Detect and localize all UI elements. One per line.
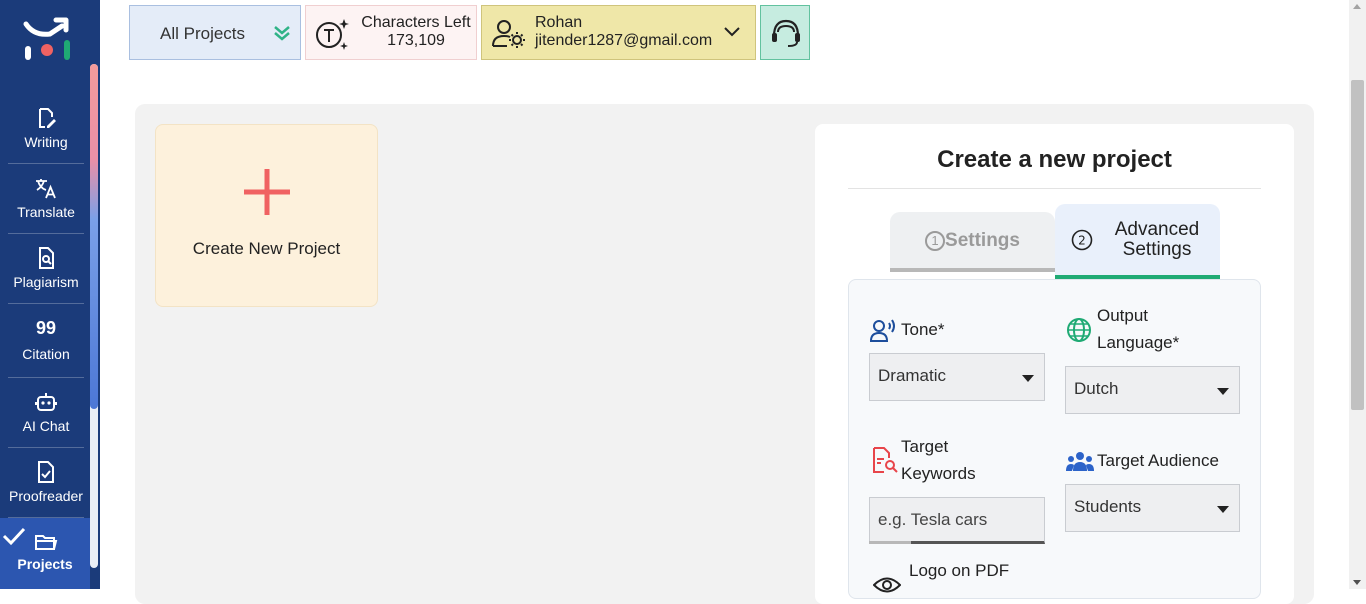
sidebar: Writing Translate Plagiarism 99 Citation…	[0, 0, 100, 589]
output-language-select[interactable]: Dutch	[1065, 366, 1240, 414]
tab-advanced-settings-label: Advanced Settings	[1114, 219, 1200, 260]
output-language-value: Dutch	[1074, 379, 1119, 398]
translate-icon	[36, 179, 56, 199]
caret-down-icon	[1217, 388, 1229, 395]
page-scrollbar-thumb[interactable]	[1351, 80, 1364, 410]
caret-down-icon	[1022, 375, 1034, 382]
headset-support-icon	[772, 19, 800, 47]
active-check-icon	[2, 527, 26, 546]
sidebar-item-ai-chat[interactable]: AI Chat	[8, 380, 84, 448]
target-audience-value: Students	[1074, 497, 1142, 516]
target-keywords-label: Target Keywords	[901, 437, 976, 483]
characters-left-badge: Characters Left 173,109	[305, 5, 477, 60]
caret-down-icon	[1217, 506, 1229, 513]
sidebar-item-label: Proofreader	[9, 488, 83, 504]
tab-settings[interactable]: 1 Settings	[890, 212, 1055, 272]
sidebar-item-label: Writing	[24, 134, 68, 150]
sidebar-item-label: Projects	[17, 556, 73, 572]
projects-filter-label: All Projects	[160, 24, 246, 43]
folder-icon	[35, 535, 58, 550]
sidebar-item-label: Citation	[22, 346, 70, 362]
user-email: jitender1287@gmail.com	[535, 32, 713, 49]
target-audience-label: Target Audience	[1097, 451, 1219, 470]
characters-left-value: 173,109	[387, 32, 445, 49]
app-logo-icon[interactable]	[22, 14, 74, 64]
text-sparkle-icon	[316, 19, 349, 50]
globe-icon	[1067, 318, 1091, 342]
user-name: Rohan	[535, 14, 583, 31]
plus-icon	[244, 169, 290, 215]
robot-icon	[35, 393, 57, 411]
sidebar-item-label: Plagiarism	[13, 274, 79, 290]
tone-value: Dramatic	[878, 366, 947, 385]
panel-title: Create a new project	[937, 146, 1172, 173]
plagiarism-search-icon	[39, 247, 54, 269]
group-users-icon	[1066, 452, 1094, 471]
check-document-icon	[38, 461, 54, 483]
page-scrollbar[interactable]	[1349, 0, 1366, 589]
tab-advanced-settings[interactable]: 2 Advanced Settings	[1055, 204, 1220, 279]
sidebar-item-translate[interactable]: Translate	[8, 166, 84, 234]
user-menu-dropdown[interactable]: Rohan jitender1287@gmail.com	[481, 5, 756, 60]
speaking-person-icon	[870, 319, 895, 342]
double-chevron-down-icon	[274, 26, 290, 41]
panel-divider	[848, 188, 1261, 189]
user-settings-icon	[492, 20, 525, 48]
eye-icon[interactable]	[873, 572, 901, 598]
target-keywords-input[interactable]	[869, 497, 1045, 544]
svg-text:2: 2	[1078, 234, 1086, 248]
tone-select[interactable]: Dramatic	[869, 353, 1045, 401]
target-audience-select[interactable]: Students	[1065, 484, 1240, 532]
projects-filter-dropdown[interactable]: All Projects	[129, 5, 301, 60]
chevron-down-icon	[724, 27, 740, 37]
sidebar-item-plagiarism[interactable]: Plagiarism	[8, 236, 84, 304]
sidebar-item-label: Translate	[17, 204, 75, 220]
edit-document-icon	[39, 108, 56, 128]
sidebar-scrollbar-thumb[interactable]	[90, 64, 98, 409]
quote-icon: 99	[35, 318, 57, 338]
sidebar-item-proofreader[interactable]: Proofreader	[8, 450, 84, 518]
tone-label: Tone*	[901, 320, 945, 339]
support-button[interactable]	[760, 5, 810, 60]
keyword-search-document-icon	[873, 447, 898, 473]
create-new-project-card[interactable]: Create New Project	[155, 124, 378, 307]
characters-left-label: Characters Left	[361, 14, 471, 31]
tab-settings-label: Settings	[945, 230, 1020, 251]
scroll-down-arrow-icon[interactable]	[1353, 580, 1361, 585]
step-two-icon: 2	[1071, 229, 1093, 251]
sidebar-item-citation[interactable]: 99 Citation	[8, 306, 84, 378]
output-language-label: Output Language*	[1097, 306, 1180, 352]
create-new-project-label: Create New Project	[192, 239, 341, 258]
scroll-up-arrow-icon[interactable]	[1353, 4, 1361, 9]
sidebar-item-projects[interactable]: Projects	[0, 518, 90, 589]
sidebar-item-writing[interactable]: Writing	[8, 96, 84, 164]
logo-on-pdf-label: Logo on PDF	[909, 561, 1010, 580]
sidebar-item-label: AI Chat	[22, 418, 70, 434]
step-one-icon: 1	[925, 231, 946, 251]
input-focus-accent	[869, 541, 911, 544]
